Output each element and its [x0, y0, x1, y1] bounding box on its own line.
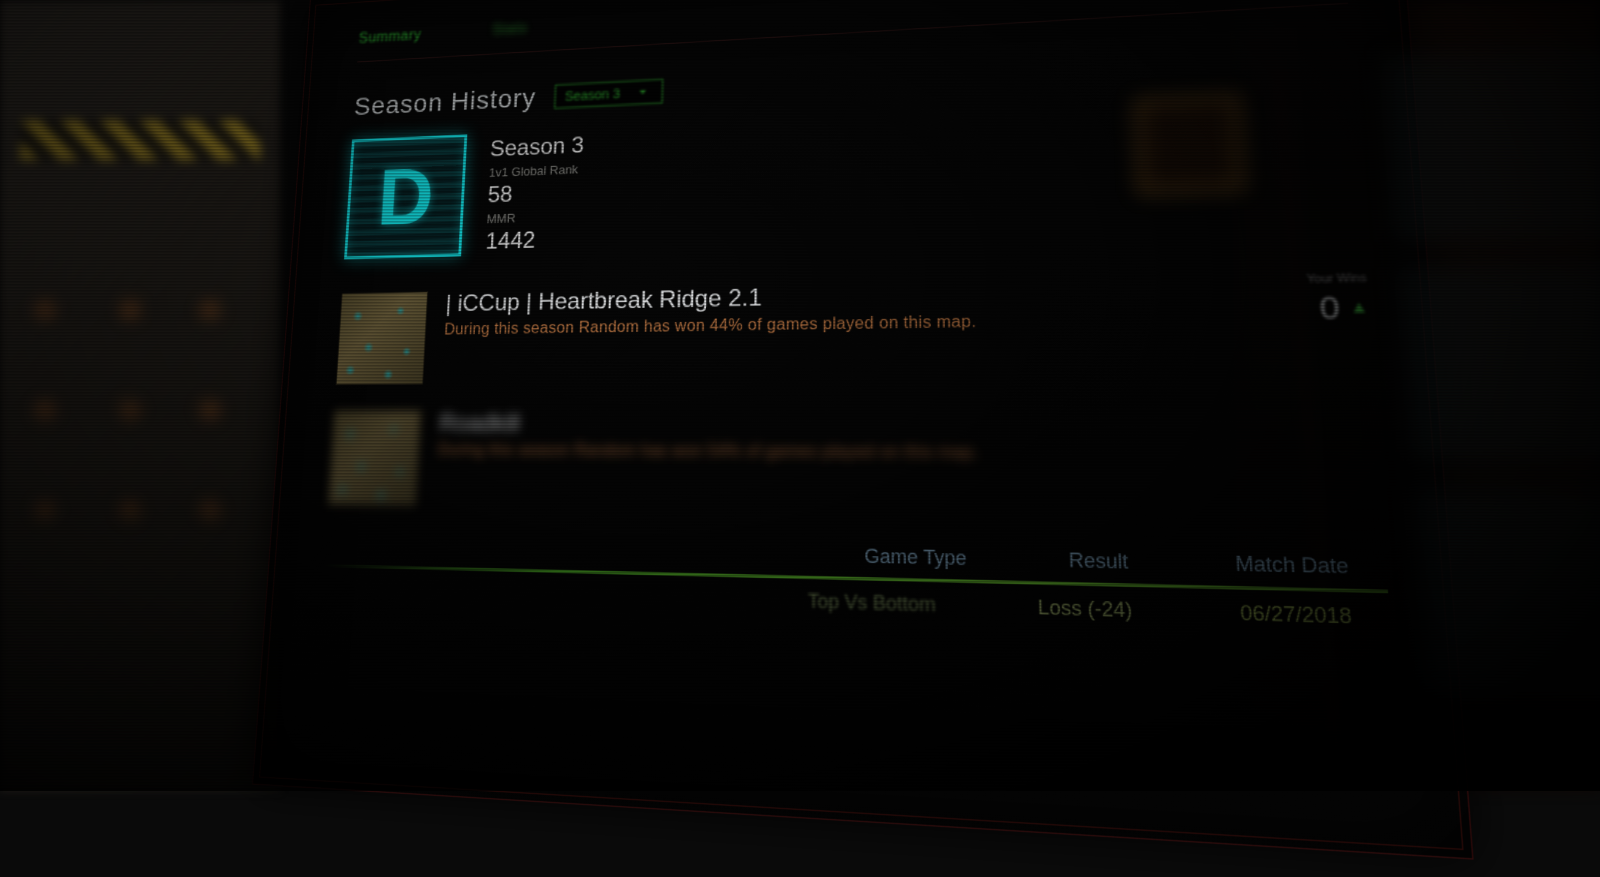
rank-tile: D: [344, 134, 467, 259]
your-wins-value: 0: [1318, 290, 1340, 328]
global-rank-label: 1v1 Global Rank: [489, 162, 584, 180]
col-match-date: Match Date: [1235, 552, 1350, 579]
map-thumbnail: [328, 410, 422, 506]
tab-bar: Summary Stats: [358, 0, 1347, 47]
cell-game-type: Top Vs Bottom: [808, 590, 936, 617]
season-label: Season 3: [489, 133, 584, 163]
rank-stats: Season 3 1v1 Global Rank 58 MMR 1442: [485, 129, 585, 256]
cell-match-date: 06/27/2018: [1240, 601, 1353, 629]
section-title: Season History: [353, 83, 537, 122]
rank-letter: D: [375, 150, 436, 244]
map-entry[interactable]: Roadkill During this season Random has w…: [328, 409, 1383, 520]
chevron-down-icon: ▼: [637, 88, 649, 96]
map-winrate-desc: During this season Random has won 54% of…: [437, 442, 1379, 466]
trend-up-icon: ▲: [1349, 298, 1370, 318]
cell-result: Loss (-24): [1037, 596, 1132, 623]
your-wins-label: Your Wins: [1306, 272, 1367, 286]
mmr-label: MMR: [486, 209, 581, 226]
global-rank-value: 58: [487, 179, 583, 209]
season-select[interactable]: Season 3 ▼: [554, 79, 663, 109]
side-light-dots: [10, 250, 250, 750]
season-select-label: Season 3: [564, 86, 620, 104]
tab-summary[interactable]: Summary: [358, 27, 421, 47]
col-game-type: Game Type: [864, 545, 966, 570]
hazard-stripe: [20, 120, 260, 160]
right-side-cards: [1387, 45, 1600, 656]
map-thumbnail: [336, 291, 428, 385]
mmr-value: 1442: [485, 226, 581, 256]
profile-panel: Summary Stats Season History Season 3 ▼ …: [252, 0, 1473, 860]
map-name: Roadkill: [439, 409, 1378, 441]
tab-item-3[interactable]: [601, 16, 602, 32]
col-result: Result: [1068, 549, 1128, 574]
secondary-rank-tile: [1059, 69, 1366, 269]
tab-item-2[interactable]: Stats: [492, 21, 528, 39]
map-entry[interactable]: | iCCup | Heartbreak Ridge 2.1 During th…: [336, 272, 1374, 385]
